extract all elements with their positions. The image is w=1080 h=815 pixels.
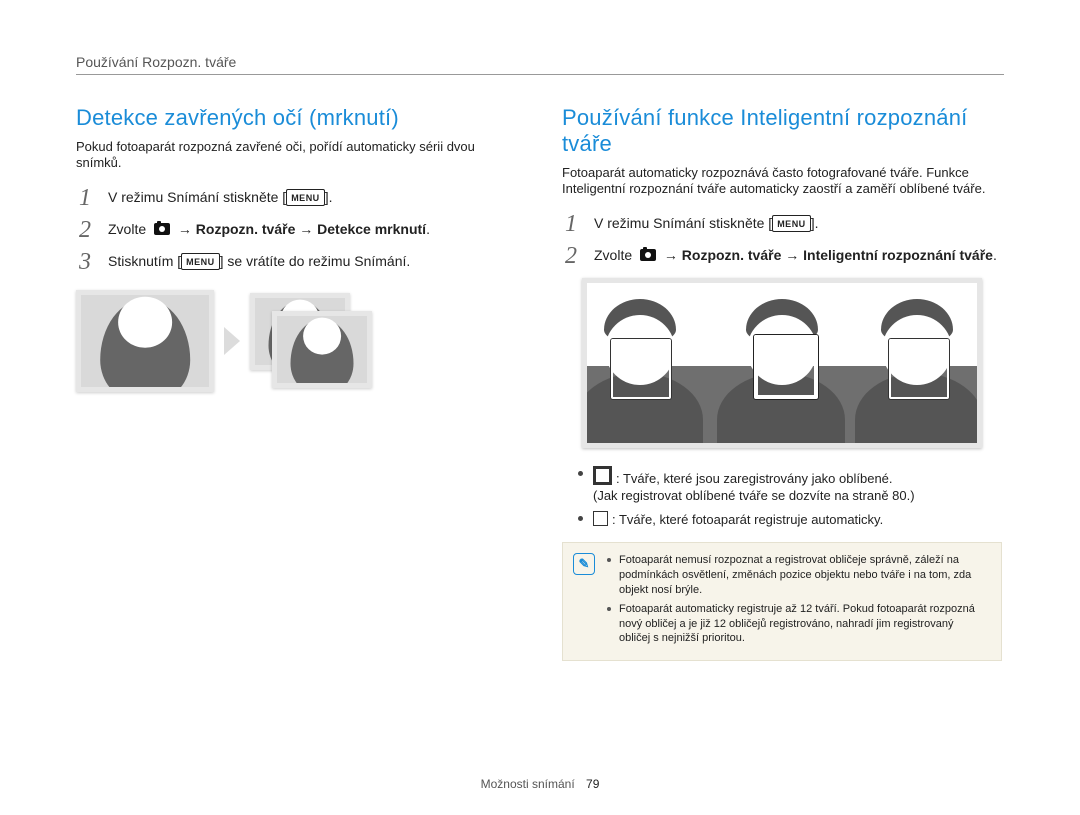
right-section-title: Používání funkce Inteligentní rozpoznání… xyxy=(562,105,1002,157)
left-step-2: 2 Zvolte → Rozpozn. tváře → Detekce mrkn… xyxy=(76,220,516,244)
left-intro: Pokud fotoaparát rozpozná zavřené oči, p… xyxy=(76,139,516,172)
legend-subtext: (Jak registrovat oblíbené tváře se dozví… xyxy=(593,488,915,503)
camera-icon xyxy=(154,223,170,235)
legend-item-favorite: : Tváře, které jsou zaregistrovány jako … xyxy=(578,464,1002,505)
step-text: V režimu Snímání stiskněte [MENU]. xyxy=(594,214,818,233)
face-detect-box-thin xyxy=(889,339,949,399)
left-step-1: 1 V režimu Snímání stiskněte [MENU]. xyxy=(76,188,516,212)
step-number: 1 xyxy=(76,186,94,210)
camera-icon xyxy=(640,249,656,261)
page-number: 79 xyxy=(586,777,599,791)
legend-item-auto: : Tváře, které fotoaparát registruje aut… xyxy=(578,509,1002,529)
right-column: Používání funkce Inteligentní rozpoznání… xyxy=(562,105,1002,661)
thick-frame-icon xyxy=(593,466,612,485)
photo-eyes-closed xyxy=(76,290,214,392)
face-detect-box-thick xyxy=(754,335,818,399)
thin-frame-icon xyxy=(593,511,608,526)
bullet-icon xyxy=(578,516,583,521)
right-steps: 1 V režimu Snímání stiskněte [MENU]. 2 Z… xyxy=(562,214,1002,270)
page-footer: Možnosti snímání 79 xyxy=(0,777,1080,791)
left-step-3: 3 Stisknutím [MENU] se vrátíte do režimu… xyxy=(76,252,516,276)
step-number: 2 xyxy=(76,218,94,242)
photo-series-2 xyxy=(272,311,372,388)
manual-page: Používání Rozpozn. tváře Detekce zavřený… xyxy=(0,0,1080,815)
menu-label-icon: MENU xyxy=(286,189,325,206)
step-number: 1 xyxy=(562,212,580,236)
left-steps: 1 V režimu Snímání stiskněte [MENU]. 2 Z… xyxy=(76,188,516,276)
right-step-1: 1 V režimu Snímání stiskněte [MENU]. xyxy=(562,214,1002,238)
face-detect-box-thin xyxy=(611,339,671,399)
step-text: V režimu Snímání stiskněte [MENU]. xyxy=(108,188,332,207)
step-number: 3 xyxy=(76,250,94,274)
page-header: Používání Rozpozn. tváře xyxy=(76,54,1004,70)
right-step-2: 2 Zvolte → Rozpozn. tváře → Inteligentní… xyxy=(562,246,1002,270)
bullet-icon xyxy=(578,471,583,476)
menu-label-icon: MENU xyxy=(181,253,220,270)
footer-section: Možnosti snímání xyxy=(481,777,575,791)
left-section-title: Detekce zavřených očí (mrknutí) xyxy=(76,105,516,131)
header-rule xyxy=(76,74,1004,75)
content-columns: Detekce zavřených očí (mrknutí) Pokud fo… xyxy=(76,105,1004,661)
step-text: Zvolte → Rozpozn. tváře → Detekce mrknut… xyxy=(108,220,430,239)
note-item: Fotoaparát nemusí rozpoznat a registrova… xyxy=(607,553,987,598)
info-icon: ✎ xyxy=(573,553,595,575)
legend: : Tváře, které jsou zaregistrovány jako … xyxy=(578,464,1002,529)
blink-detection-illustration xyxy=(76,290,516,392)
menu-label-icon: MENU xyxy=(772,215,811,232)
right-intro: Fotoaparát automaticky rozpoznává často … xyxy=(562,165,1002,198)
step-text: Stisknutím [MENU] se vrátíte do režimu S… xyxy=(108,252,410,271)
arrow-icon xyxy=(224,327,240,355)
left-column: Detekce zavřených očí (mrknutí) Pokud fo… xyxy=(76,105,516,661)
smart-face-recognition-illustration xyxy=(582,278,982,448)
note-box: ✎ Fotoaparát nemusí rozpoznat a registro… xyxy=(562,542,1002,661)
step-number: 2 xyxy=(562,244,580,268)
step-text: Zvolte → Rozpozn. tváře → Inteligentní r… xyxy=(594,246,997,265)
note-item: Fotoaparát automaticky registruje až 12 … xyxy=(607,602,987,647)
